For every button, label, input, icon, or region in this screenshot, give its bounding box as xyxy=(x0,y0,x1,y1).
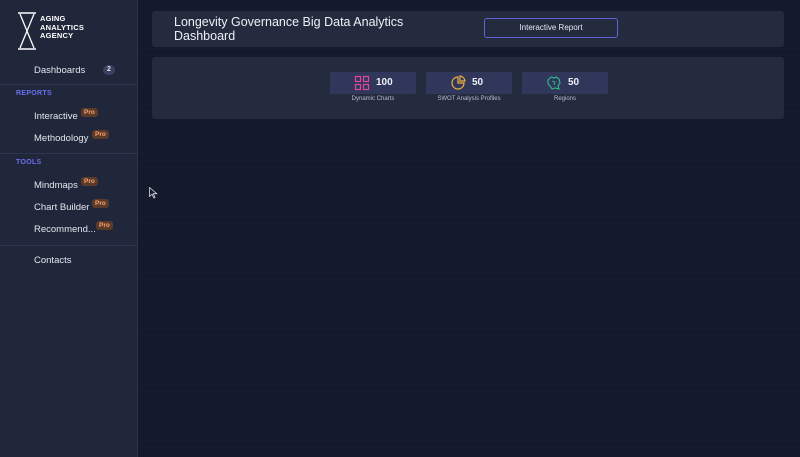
pro-badge: Pro xyxy=(81,108,98,117)
stat-label: SWOT Analysis Profiles xyxy=(437,96,501,102)
stat-value: 50 xyxy=(472,77,484,88)
pie-chart-icon xyxy=(451,75,466,90)
stat-regions[interactable]: 50 xyxy=(522,72,608,94)
stat-value: 50 xyxy=(568,77,580,88)
sidebar-item-contacts[interactable]: Contacts xyxy=(34,255,72,271)
page-title: Longevity Governance Big Data Analytics … xyxy=(174,15,404,43)
stat-swot-profiles[interactable]: 50 xyxy=(426,72,512,94)
sidebar-item-mindmaps[interactable]: Mindmaps xyxy=(34,180,78,196)
header-card: Longevity Governance Big Data Analytics … xyxy=(152,11,784,47)
pro-badge: Pro xyxy=(96,221,113,230)
stat-label: Regions xyxy=(553,96,576,102)
mouse-cursor-icon xyxy=(149,187,158,199)
stat-dynamic-charts[interactable]: 100 xyxy=(330,72,416,94)
interactive-report-button[interactable]: Interactive Report xyxy=(484,18,618,38)
sidebar-item-label: Dashboards xyxy=(34,65,86,76)
hourglass-x-icon xyxy=(18,12,36,50)
sidebar-item-methodology[interactable]: Methodology xyxy=(34,133,88,149)
sidebar-item-chart-builder[interactable]: Chart Builder xyxy=(34,202,89,218)
sidebar-item-label: Chart Builder xyxy=(34,202,90,213)
sidebar-item-recommendations[interactable]: Recommend... xyxy=(34,224,96,240)
pro-badge: Pro xyxy=(92,199,109,208)
sidebar-item-interactive[interactable]: Interactive xyxy=(34,111,78,127)
sidebar-divider xyxy=(0,245,137,246)
logo-text: AGING ANALYTICS AGENCY xyxy=(40,14,84,41)
section-label-tools: TOOLS xyxy=(16,159,42,166)
section-label-reports: REPORTS xyxy=(16,90,52,97)
logo-line-3: AGENCY xyxy=(40,31,74,40)
map-icon xyxy=(547,76,561,90)
sidebar-divider xyxy=(0,153,137,154)
sidebar-divider xyxy=(0,84,137,85)
pro-badge: Pro xyxy=(81,177,98,186)
sidebar-item-label: Interactive xyxy=(34,111,78,122)
sidebar-item-label: Contacts xyxy=(34,255,72,266)
sidebar: AGING ANALYTICS AGENCY Dashboards 2 REPO… xyxy=(0,0,138,457)
dashboards-count-badge: 2 xyxy=(103,65,115,75)
stats-card: 100 Dynamic Charts 50 SWOT Analysis Prof… xyxy=(152,57,784,119)
sidebar-item-label: Methodology xyxy=(34,133,89,144)
stat-value: 100 xyxy=(376,77,393,88)
pro-badge: Pro xyxy=(92,130,109,139)
logo[interactable]: AGING ANALYTICS AGENCY xyxy=(16,12,126,52)
sidebar-item-label: Mindmaps xyxy=(34,180,78,191)
grid-icon xyxy=(354,75,370,91)
sidebar-item-dashboards[interactable]: Dashboards xyxy=(34,65,85,81)
stat-label: Dynamic Charts xyxy=(351,96,395,102)
sidebar-item-label: Recommend... xyxy=(34,224,96,235)
